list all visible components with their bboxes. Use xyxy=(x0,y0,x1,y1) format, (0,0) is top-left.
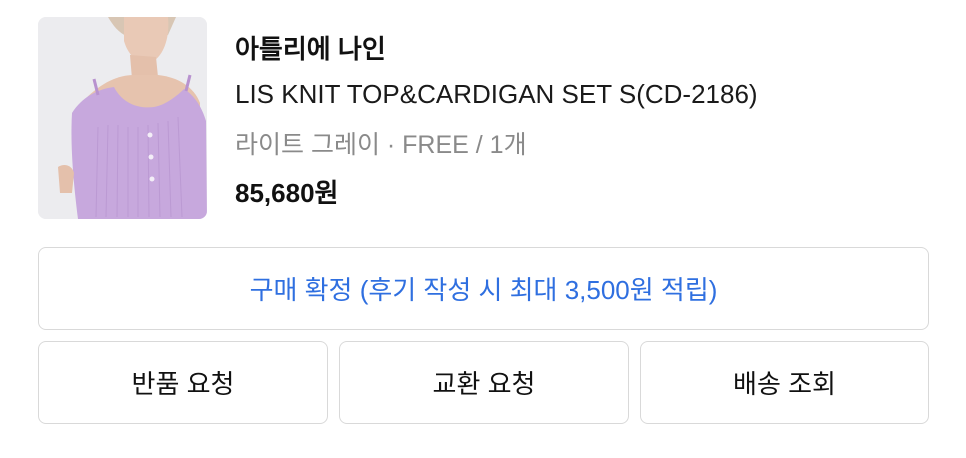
exchange-request-button[interactable]: 교환 요청 xyxy=(339,341,629,424)
product-image xyxy=(38,17,207,219)
product-thumbnail[interactable] xyxy=(38,17,207,219)
order-item-card: 아틀리에 나인 LIS KNIT TOP&CARDIGAN SET S(CD-2… xyxy=(38,17,928,219)
return-request-button[interactable]: 반품 요청 xyxy=(38,341,328,424)
product-price: 85,680원 xyxy=(235,178,339,208)
brand-name[interactable]: 아틀리에 나인 xyxy=(235,29,386,66)
confirm-purchase-button[interactable]: 구매 확정 (후기 작성 시 최대 3,500원 적립) xyxy=(38,247,929,330)
product-option: 라이트 그레이 · FREE / 1개 xyxy=(235,131,527,159)
track-delivery-button[interactable]: 배송 조회 xyxy=(640,341,929,424)
product-name[interactable]: LIS KNIT TOP&CARDIGAN SET S(CD-2186) xyxy=(235,79,758,110)
